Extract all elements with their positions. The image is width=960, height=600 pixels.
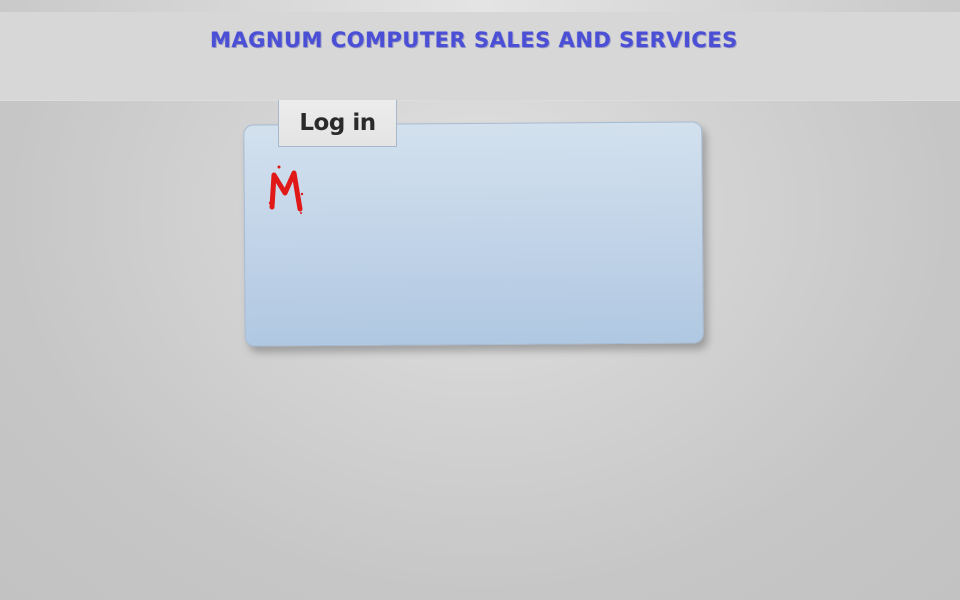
login-tab-label: Log in [299, 110, 376, 136]
magnum-m-logo-icon: M [268, 165, 304, 214]
site-title: MAGNUM COMPUTER SALES AND SERVICES [210, 28, 738, 52]
login-tab: Log in [278, 100, 397, 147]
login-panel [243, 121, 704, 347]
site-header [0, 12, 960, 101]
top-strip [0, 0, 960, 12]
